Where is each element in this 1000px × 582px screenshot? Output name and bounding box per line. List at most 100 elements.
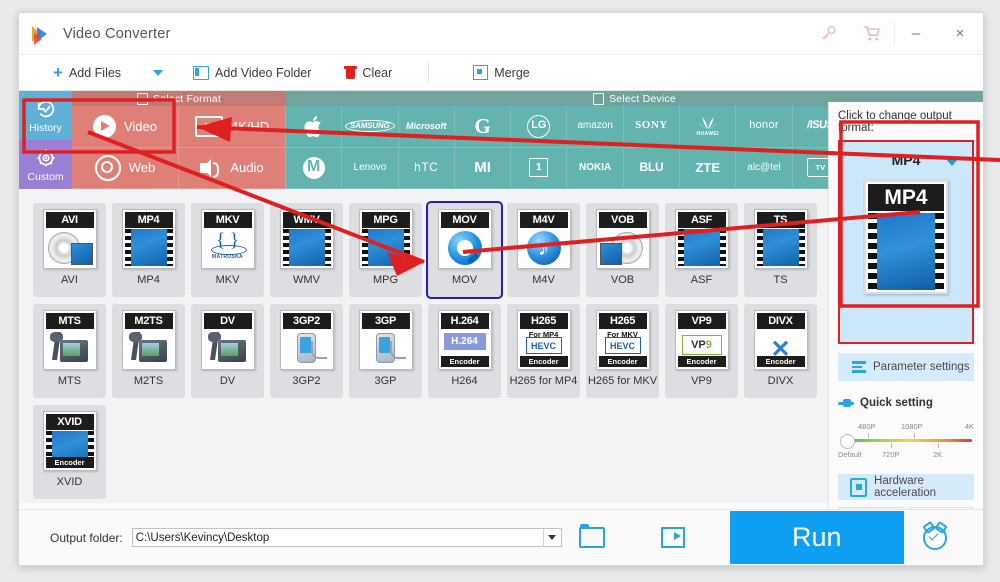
device-motorola[interactable]: M bbox=[286, 147, 343, 189]
device-htc[interactable]: hTC bbox=[398, 147, 455, 189]
device-microsoft[interactable]: Microsoft bbox=[398, 106, 455, 148]
format-tile-h265-mp4[interactable]: H265 For MP4 HEVC Encoder H265 for MP4 bbox=[507, 304, 580, 398]
device-xiaomi[interactable]: MI bbox=[454, 147, 512, 189]
output-folder-dropdown-icon[interactable] bbox=[542, 529, 561, 546]
add-video-folder-button[interactable]: Add Video Folder bbox=[183, 55, 321, 90]
category-tab-audio[interactable]: Audio bbox=[179, 147, 286, 189]
format-thumb: DV bbox=[200, 310, 255, 370]
chevron-down-icon[interactable] bbox=[945, 158, 959, 166]
main-toolbar: + Add Files Add Video Folder Clear Merge bbox=[19, 55, 983, 91]
parameter-settings-button[interactable]: Parameter settings bbox=[838, 353, 974, 381]
camcorder-art bbox=[128, 332, 169, 364]
device-onep[interactable]: 1 bbox=[511, 147, 568, 189]
select-format-header: Select Format bbox=[72, 91, 286, 106]
close-button[interactable]: × bbox=[937, 13, 983, 54]
format-badge: DIVX bbox=[756, 313, 805, 329]
format-thumb: M4V bbox=[516, 209, 571, 269]
format-tile-h264[interactable]: H.264 H.264 Encoder H264 bbox=[428, 304, 501, 398]
format-tile-vob[interactable]: VOB VOB bbox=[586, 203, 659, 297]
format-tile-mkv[interactable]: MKV { } MATROSKA MKV bbox=[191, 203, 264, 297]
output-format-thumb: MP4 bbox=[864, 180, 948, 294]
minimize-button[interactable]: – bbox=[895, 13, 937, 54]
clear-button[interactable]: Clear bbox=[335, 55, 402, 90]
format-tile-3gp2[interactable]: 3GP2 3GP2 bbox=[270, 304, 343, 398]
format-badge: 3GP bbox=[361, 313, 410, 329]
open-folder-icon[interactable] bbox=[578, 524, 605, 548]
device-zte[interactable]: ZTE bbox=[680, 147, 737, 189]
format-tile-wmv[interactable]: WMV WMV bbox=[270, 203, 343, 297]
quick-setting-label: Quick setting bbox=[860, 397, 933, 409]
format-caption: M2TS bbox=[133, 375, 164, 387]
category-tab-web-label: Web bbox=[128, 160, 156, 176]
gear-icon bbox=[36, 148, 55, 167]
format-tile-avi[interactable]: AVI AVI bbox=[33, 203, 106, 297]
slider-track[interactable] bbox=[846, 439, 972, 442]
category-tab-video[interactable]: Video bbox=[72, 106, 179, 148]
sidebar-item-custom-label: Custom bbox=[27, 170, 64, 183]
format-tile-xvid[interactable]: XVID Encoder XVID bbox=[33, 405, 106, 499]
format-tile-dv[interactable]: DV DV bbox=[191, 304, 264, 398]
format-tile-asf[interactable]: ASF ASF bbox=[665, 203, 738, 297]
output-format-box[interactable]: MP4 MP4 bbox=[838, 140, 974, 344]
film-art bbox=[361, 229, 410, 266]
format-tile-h265-mkv[interactable]: H265 For MKV HEVC Encoder H265 for MKV bbox=[586, 304, 659, 398]
vp9-art: VP 9 bbox=[681, 335, 722, 355]
sidebar-item-history[interactable]: History bbox=[19, 91, 72, 140]
cart-icon[interactable] bbox=[850, 13, 894, 54]
merge-button[interactable]: Merge bbox=[463, 55, 539, 90]
device-lg[interactable]: LG bbox=[511, 106, 568, 148]
h264-art: H.264 bbox=[443, 333, 486, 350]
format-tile-divx[interactable]: DIVX ✕ Encoder DIVX bbox=[744, 304, 817, 398]
format-tile-m2ts[interactable]: M2TS M2TS bbox=[112, 304, 185, 398]
film-art bbox=[599, 243, 622, 265]
format-tile-vp9[interactable]: VP9 VP 9 Encoder VP9 bbox=[665, 304, 738, 398]
select-device-label: Select Device bbox=[609, 92, 676, 105]
slider-tick bbox=[938, 443, 939, 448]
category-tab-web[interactable]: Web bbox=[72, 147, 179, 189]
format-tile-mts[interactable]: MTS MTS bbox=[33, 304, 106, 398]
device-alcatel[interactable]: alc@tel bbox=[736, 147, 793, 189]
format-badge: XVID bbox=[45, 414, 94, 430]
format-badge: AVI bbox=[45, 212, 94, 228]
encoder-footer: Encoder bbox=[756, 356, 805, 367]
quality-slider[interactable]: 480P 1080P 4K Default 720P 2K bbox=[838, 422, 974, 466]
slider-label-default: Default bbox=[838, 450, 862, 459]
format-tile-ts[interactable]: TS TS bbox=[744, 203, 817, 297]
format-caption: MPG bbox=[372, 274, 399, 286]
hardware-acceleration-button[interactable]: Hardware acceleration bbox=[838, 474, 974, 500]
slider-knob[interactable] bbox=[840, 434, 855, 449]
key-icon[interactable] bbox=[806, 13, 850, 54]
matroska-label: MATROSKA bbox=[212, 254, 243, 260]
speaker-icon bbox=[200, 158, 222, 178]
device-blu[interactable]: BLU bbox=[623, 147, 681, 189]
device-honor[interactable]: honor bbox=[736, 106, 793, 148]
device-samsung[interactable]: SAMSUNG bbox=[342, 106, 399, 148]
video-preview-icon[interactable] bbox=[660, 527, 685, 548]
category-tab-4khd[interactable]: 4K 4K/HD bbox=[179, 106, 286, 148]
format-tile-mov[interactable]: MOV MOV bbox=[426, 201, 503, 299]
format-tile-3gp[interactable]: 3GP 3GP bbox=[349, 304, 422, 398]
format-tile-mpg[interactable]: MPG MPG bbox=[349, 203, 422, 297]
device-apple[interactable] bbox=[286, 106, 343, 148]
slider-label-720p: 720P bbox=[882, 450, 900, 459]
format-caption: MKV bbox=[215, 274, 240, 286]
format-tile-m4v[interactable]: M4V M4V bbox=[507, 203, 580, 297]
device-sony[interactable]: SONY bbox=[623, 106, 681, 148]
panel-hint: Click to change output format: bbox=[838, 110, 952, 134]
device-lenovo[interactable]: Lenovo bbox=[342, 147, 399, 189]
sidebar-item-custom[interactable]: Custom bbox=[19, 140, 72, 189]
run-button[interactable]: Run bbox=[729, 511, 904, 564]
device-amazon[interactable]: amazon bbox=[567, 106, 624, 148]
format-badge: TS bbox=[756, 212, 805, 228]
format-tile-mp4[interactable]: MP4 MP4 bbox=[112, 203, 185, 297]
add-files-dropdown-icon[interactable] bbox=[153, 69, 164, 76]
huawei-flower-icon bbox=[697, 117, 718, 130]
schedule-button[interactable] bbox=[904, 511, 966, 564]
merge-label: Merge bbox=[494, 65, 530, 80]
slider-tick bbox=[891, 443, 892, 448]
device-google[interactable]: G bbox=[454, 106, 512, 148]
add-files-button[interactable]: + Add Files bbox=[19, 55, 131, 90]
output-folder-input[interactable]: C:\Users\Kevincy\Desktop bbox=[131, 528, 562, 547]
device-huawei[interactable]: HUAWEI bbox=[680, 106, 737, 148]
device-nokia[interactable]: NOKIA bbox=[567, 147, 624, 189]
